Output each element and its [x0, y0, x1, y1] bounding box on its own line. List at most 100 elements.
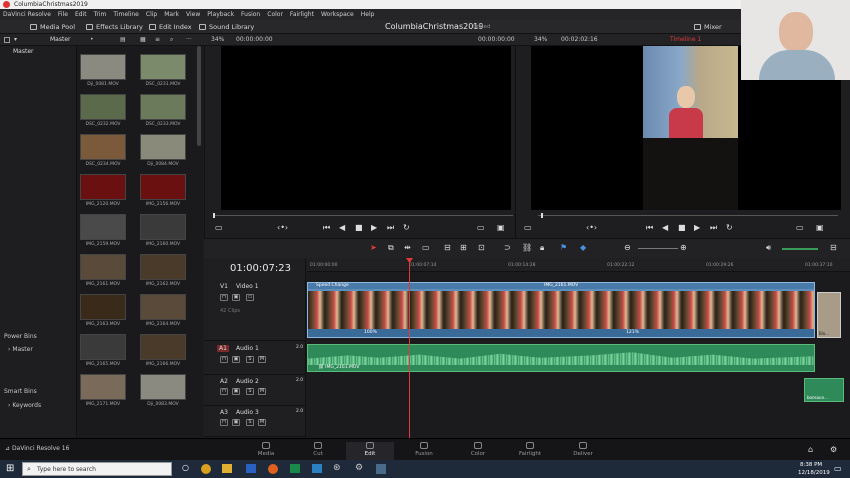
clip-thumbnail[interactable] — [80, 54, 126, 80]
clock-time[interactable]: 8:38 PM — [800, 462, 822, 468]
menu-view[interactable]: View — [186, 9, 200, 20]
lock-track-icon[interactable]: ⊓ — [220, 356, 228, 363]
play-icon[interactable]: ▶ — [371, 223, 377, 232]
menu-workspace[interactable]: Workspace — [321, 9, 354, 20]
edit-index-button[interactable]: Edit Index — [149, 20, 192, 34]
volume-slider[interactable] — [782, 248, 818, 250]
app-icon[interactable] — [312, 464, 322, 473]
mute-button[interactable]: M — [258, 356, 266, 363]
clip-thumbnail[interactable] — [140, 294, 186, 320]
auto-select-icon[interactable]: ▣ — [232, 419, 240, 426]
stop-icon[interactable]: ■ — [678, 223, 686, 232]
clip-thumbnail[interactable] — [80, 254, 126, 280]
source-scrubber[interactable] — [213, 215, 513, 216]
zoom-out-icon[interactable]: ⊖ — [624, 243, 631, 252]
clip-thumbnail[interactable] — [140, 134, 186, 160]
track-name[interactable]: Audio 1 — [236, 345, 259, 352]
mark-icon[interactable]: ▣ — [497, 223, 505, 232]
mute-button[interactable]: M — [258, 388, 266, 395]
clip-thumbnail[interactable] — [140, 214, 186, 240]
clip-thumbnail[interactable] — [80, 294, 126, 320]
lock-track-icon[interactable]: ⊓ — [220, 294, 228, 301]
list-view-icon[interactable]: ▤ — [120, 34, 126, 46]
clip-thumbnail[interactable] — [140, 374, 186, 400]
app-icon[interactable]: ⊛ — [333, 463, 341, 473]
source-zoom[interactable]: 34% — [211, 34, 224, 46]
solo-button[interactable]: S — [246, 419, 254, 426]
home-icon[interactable]: ⌂ — [808, 445, 813, 454]
page-deliver[interactable]: Deliver — [559, 442, 607, 460]
reverse-icon[interactable]: ◀ — [339, 223, 345, 232]
settings-icon[interactable]: ⚙ — [830, 445, 837, 454]
menu-help[interactable]: Help — [361, 9, 375, 20]
playhead[interactable] — [409, 258, 410, 438]
overwrite-icon[interactable]: ⊞ — [460, 243, 467, 252]
replace-icon[interactable]: ▭ — [796, 223, 804, 232]
word-icon[interactable] — [246, 464, 256, 473]
reverse-icon[interactable]: ◀ — [662, 223, 668, 232]
chevron-down-icon[interactable]: ▾ — [14, 34, 17, 46]
timeline-ruler[interactable]: 01:00:00:00 01:00:07:14 01:00:14:28 01:0… — [307, 258, 850, 272]
menu-trim[interactable]: Trim — [94, 9, 107, 20]
sort-icon[interactable]: ≡ — [155, 34, 160, 46]
auto-select-icon[interactable]: ▣ — [232, 388, 240, 395]
davinci-taskbar-icon[interactable] — [376, 464, 386, 474]
track-name[interactable]: Audio 2 — [236, 378, 259, 385]
go-start-icon[interactable]: ⏮ — [323, 223, 330, 233]
menu-edit[interactable]: Edit — [75, 9, 87, 20]
blade-tool-icon[interactable]: ▭ — [422, 243, 430, 252]
effects-library-button[interactable]: Effects Library — [86, 20, 143, 34]
marker-icon[interactable]: ◆ — [580, 243, 586, 252]
page-edit[interactable]: Edit — [346, 442, 394, 460]
clip-thumbnail[interactable] — [80, 214, 126, 240]
stop-icon[interactable]: ■ — [355, 223, 363, 232]
menu-timeline[interactable]: Timeline — [113, 9, 139, 20]
timeline-scrubber[interactable] — [538, 215, 838, 216]
speed-bar[interactable]: 100% 121% — [308, 329, 814, 337]
file-explorer-icon[interactable] — [222, 464, 232, 473]
viewer-options-icon[interactable]: ▭ — [524, 223, 532, 232]
timeline-name[interactable]: Timeline 1 — [670, 34, 701, 46]
task-view-icon[interactable]: ○ — [182, 463, 189, 472]
match-frame-icon[interactable]: ▭ — [477, 223, 485, 232]
page-fusion[interactable]: Fusion — [400, 442, 448, 460]
power-bin-master[interactable]: › Master — [8, 346, 33, 353]
panel-toggle-icon[interactable] — [4, 37, 10, 43]
auto-select-icon[interactable]: ▣ — [232, 294, 240, 301]
insert-icon[interactable]: ⊟ — [444, 243, 451, 252]
clip-thumbnail[interactable] — [80, 334, 126, 360]
solo-button[interactable]: S — [246, 388, 254, 395]
clip-thumbnail[interactable] — [80, 374, 126, 400]
audio-clip-next[interactable]: bonsoun... — [804, 378, 844, 402]
chrome-icon[interactable] — [201, 464, 211, 474]
page-fairlight[interactable]: Fairlight — [506, 442, 554, 460]
media-pool-button[interactable]: Media Pool — [30, 20, 75, 34]
lock-icon[interactable]: 🔒︎ — [540, 243, 544, 253]
clip-thumbnail[interactable] — [140, 334, 186, 360]
lock-track-icon[interactable]: ⊓ — [220, 388, 228, 395]
fullscreen-icon[interactable]: ▣ — [816, 223, 824, 232]
audio-clip[interactable]: ⛓ IMG_2161.MOV — [307, 344, 815, 372]
solo-button[interactable]: S — [246, 356, 254, 363]
disable-video-icon[interactable]: ▭ — [246, 294, 254, 301]
clip-thumbnail[interactable] — [140, 94, 186, 120]
menu-playback[interactable]: Playback — [207, 9, 234, 20]
clip-thumbnail[interactable] — [140, 54, 186, 80]
auto-select-icon[interactable]: ▣ — [232, 356, 240, 363]
menu-color[interactable]: Color — [267, 9, 283, 20]
timeline-timecode[interactable]: 01:00:07:23 — [230, 263, 291, 274]
play-icon[interactable]: ▶ — [694, 223, 700, 232]
clip-thumbnail[interactable] — [80, 174, 126, 200]
zoom-in-icon[interactable]: ⊕ — [680, 243, 687, 252]
jog-icon[interactable]: ‹•› — [277, 223, 288, 232]
menu-fairlight[interactable]: Fairlight — [290, 9, 314, 20]
viewer-options-icon[interactable]: ▭ — [215, 223, 223, 232]
source-playhead[interactable] — [213, 213, 215, 218]
timeline-viewer-playhead[interactable] — [541, 213, 543, 218]
selection-tool-icon[interactable]: ➤ — [370, 243, 377, 252]
bin-name[interactable]: Master — [50, 34, 71, 46]
clip-thumbnail[interactable] — [140, 254, 186, 280]
trim-tool-icon[interactable]: ⧉ — [388, 243, 394, 253]
source-video-frame[interactable] — [221, 46, 511, 210]
dynamic-trim-icon[interactable]: ⇹ — [404, 243, 411, 252]
